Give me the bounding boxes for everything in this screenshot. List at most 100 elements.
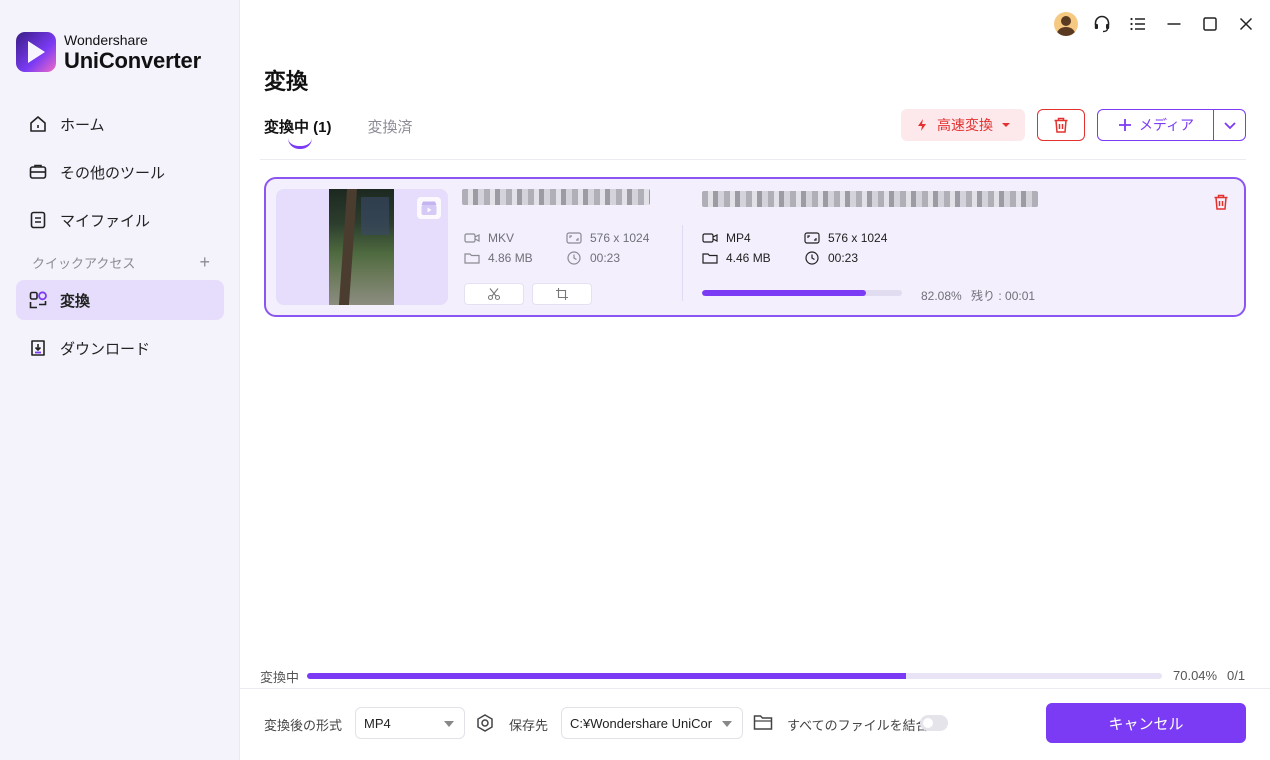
task-progress-bar bbox=[702, 290, 902, 296]
settings-hexagon-icon bbox=[477, 714, 493, 732]
format-settings-button[interactable] bbox=[475, 713, 495, 733]
clock-icon bbox=[805, 251, 819, 265]
convert-icon bbox=[28, 290, 48, 310]
task-progress-fill bbox=[702, 290, 867, 296]
add-media-button[interactable]: メディア bbox=[1097, 109, 1246, 141]
save-location-path: C:¥Wondershare UniCor bbox=[570, 715, 713, 731]
source-duration: 00:23 bbox=[566, 251, 620, 265]
close-icon bbox=[1239, 17, 1253, 31]
folder-icon bbox=[753, 715, 773, 730]
output-format[interactable]: MP4 bbox=[702, 231, 751, 245]
cancel-button[interactable]: キャンセル bbox=[1046, 703, 1246, 743]
minimize-icon bbox=[1167, 23, 1181, 25]
minimize-button[interactable] bbox=[1156, 8, 1192, 40]
headset-icon bbox=[1094, 15, 1110, 33]
fast-convert-label: 高速変換 bbox=[937, 117, 993, 133]
plus-icon bbox=[1118, 119, 1131, 131]
window-titlebar bbox=[1048, 8, 1270, 40]
scissors-icon bbox=[487, 288, 501, 301]
output-format-label: 変換後の形式 bbox=[264, 718, 343, 733]
trash-icon bbox=[1214, 194, 1228, 210]
header-divider bbox=[260, 159, 1246, 160]
sidebar-item-tools[interactable]: その他のツール bbox=[16, 152, 224, 192]
task-remaining-time: 残り : 00:01 bbox=[971, 289, 1036, 303]
merge-files-toggle[interactable] bbox=[920, 715, 948, 731]
card-divider bbox=[682, 225, 683, 301]
sidebar-item-my-files[interactable]: マイファイル bbox=[16, 200, 224, 240]
overall-progress-bar bbox=[307, 673, 1162, 679]
maximize-button[interactable] bbox=[1192, 8, 1228, 40]
download-icon bbox=[28, 338, 48, 358]
sidebar-item-home[interactable]: ホーム bbox=[16, 104, 224, 144]
task-progress-percent: 82.08% bbox=[921, 289, 962, 303]
sidebar-item-label: 変換 bbox=[60, 292, 91, 310]
close-button[interactable] bbox=[1228, 8, 1264, 40]
sidebar-item-convert[interactable]: 変換 bbox=[16, 280, 224, 320]
add-media-dropdown[interactable] bbox=[1214, 110, 1245, 140]
save-location-label: 保存先 bbox=[509, 718, 549, 733]
trash-icon bbox=[1054, 117, 1068, 133]
menu-button[interactable] bbox=[1120, 8, 1156, 40]
product-name: UniConverter bbox=[64, 47, 201, 73]
conversion-task-card[interactable]: MKV 4.86 MB 576 x 1024 00:23 MP4 4.46 MB… bbox=[264, 177, 1246, 317]
quick-access-header: クイックアクセス + bbox=[16, 248, 224, 276]
tab-converting[interactable]: 変換中 (1) bbox=[264, 116, 332, 149]
sidebar-item-download[interactable]: ダウンロード bbox=[16, 328, 224, 368]
caret-down-icon bbox=[1002, 123, 1010, 127]
sidebar: Wondershare UniConverter ホーム その他のツール マイフ… bbox=[0, 0, 240, 760]
sidebar-item-label: ダウンロード bbox=[60, 340, 151, 358]
overall-progress-count: 0/1 bbox=[1227, 668, 1246, 683]
sidebar-nav: ホーム その他のツール マイファイル クイックアクセス + 変換 ダウンロード bbox=[16, 104, 224, 376]
sidebar-item-label: マイファイル bbox=[60, 212, 151, 230]
folder-icon bbox=[702, 253, 718, 264]
crop-icon bbox=[556, 288, 568, 300]
add-quick-access-icon[interactable]: + bbox=[199, 252, 210, 273]
output-resolution: 576 x 1024 bbox=[804, 231, 887, 245]
app-logo: Wondershare UniConverter bbox=[16, 32, 201, 72]
remove-task-button[interactable] bbox=[1212, 193, 1230, 211]
source-format: MKV bbox=[464, 231, 514, 245]
output-size: 4.46 MB bbox=[702, 251, 771, 265]
clock-icon bbox=[567, 251, 581, 265]
crop-button[interactable] bbox=[532, 283, 592, 305]
overall-progress-percent: 70.04% bbox=[1173, 668, 1218, 683]
quick-access-label: クイックアクセス bbox=[32, 255, 136, 271]
caret-down-icon bbox=[722, 721, 732, 727]
brand-name: Wondershare bbox=[64, 31, 148, 48]
task-progress-text: 82.08% 残り : 00:01 bbox=[921, 287, 1035, 304]
overall-progress-fill bbox=[307, 673, 906, 679]
delete-all-button[interactable] bbox=[1037, 109, 1085, 141]
fast-convert-button[interactable]: 高速変換 bbox=[901, 109, 1025, 141]
sidebar-item-label: ホーム bbox=[60, 116, 105, 134]
merge-files-label: すべてのファイルを結合 bbox=[787, 718, 929, 733]
output-duration: 00:23 bbox=[804, 251, 858, 265]
resolution-icon bbox=[566, 232, 582, 244]
chevron-down-icon bbox=[1223, 122, 1236, 130]
trim-button[interactable] bbox=[464, 283, 524, 305]
home-icon bbox=[28, 114, 48, 134]
video-frame bbox=[329, 189, 394, 305]
save-location-select[interactable]: C:¥Wondershare UniCor bbox=[561, 707, 743, 739]
sidebar-item-label: その他のツール bbox=[60, 164, 166, 182]
open-folder-button[interactable] bbox=[753, 713, 773, 733]
conversion-tabs: 変換中 (1) 変換済 bbox=[264, 116, 449, 149]
output-format-value: MP4 bbox=[364, 715, 391, 731]
resolution-icon bbox=[804, 232, 820, 244]
overall-status-label: 変換中 bbox=[260, 670, 300, 685]
add-media-label: メディア bbox=[1138, 117, 1195, 133]
support-button[interactable] bbox=[1084, 8, 1120, 40]
avatar-icon bbox=[1054, 12, 1078, 36]
video-camera-icon bbox=[702, 233, 718, 243]
menu-icon bbox=[1130, 17, 1145, 31]
video-thumbnail[interactable] bbox=[276, 189, 448, 305]
output-format-select[interactable]: MP4 bbox=[355, 707, 465, 739]
uniconverter-logo-icon bbox=[16, 32, 56, 72]
add-media-main[interactable]: メディア bbox=[1098, 110, 1214, 140]
maximize-icon bbox=[1203, 17, 1217, 31]
account-button[interactable] bbox=[1048, 8, 1084, 40]
page-title: 変換 bbox=[264, 69, 309, 94]
source-filename-redacted bbox=[462, 189, 650, 205]
source-resolution: 576 x 1024 bbox=[566, 231, 649, 245]
output-filename-redacted bbox=[702, 191, 1038, 207]
tab-converted[interactable]: 変換済 bbox=[368, 116, 413, 143]
